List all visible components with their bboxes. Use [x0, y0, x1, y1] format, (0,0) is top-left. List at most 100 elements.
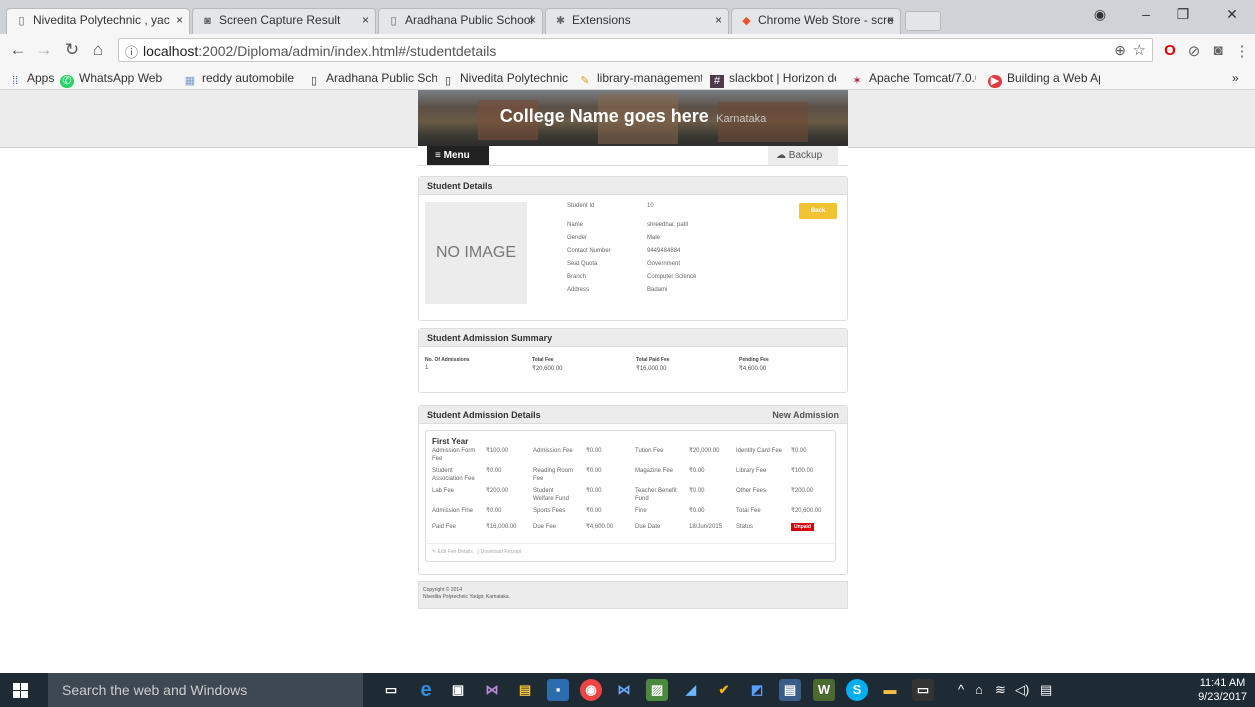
url-text[interactable]: localhost:2002/Diploma/admin/index.html#… [143, 43, 496, 59]
wifi-icon[interactable]: ≋ [995, 682, 1006, 698]
camera-extension-icon[interactable]: ◙ [1208, 42, 1228, 59]
fee-value: ₹0.00 [689, 468, 705, 474]
restore-icon[interactable]: ❐ [1173, 6, 1193, 23]
close-icon[interactable]: × [715, 13, 722, 27]
tab-screen-capture[interactable]: ◙ Screen Capture Result × [192, 8, 376, 34]
terminal-icon[interactable]: ▭ [912, 679, 934, 701]
address-bar[interactable]: ⓘ localhost:2002/Diploma/admin/index.htm… [118, 38, 1153, 62]
tab-extensions[interactable]: ✱ Extensions × [545, 8, 729, 34]
clock-time: 11:41 AM [1199, 677, 1246, 689]
bookmark-nivedita[interactable]: ▯ Nivedita Polytechnic [441, 71, 568, 88]
intellij-icon[interactable]: ◩ [746, 679, 768, 701]
edit-fee-link[interactable]: ✎ Edit Fee Details [432, 549, 473, 555]
webstore-icon: ◆ [742, 15, 751, 27]
bookmark-library[interactable]: ✎ library-management- [578, 71, 702, 88]
close-icon[interactable]: × [529, 13, 536, 27]
chrome-icon[interactable]: ◉ [580, 679, 602, 701]
document-icon: ▯ [18, 15, 25, 27]
bookmark-whatsapp[interactable]: ✆ WhatsApp Web [60, 71, 162, 88]
info-icon[interactable]: ⓘ [125, 42, 138, 61]
url-host: localhost [143, 43, 199, 59]
tab-aradhana[interactable]: ▯ Aradhana Public School × [378, 8, 543, 34]
bookmark-reddy[interactable]: ▦ reddy automobile [183, 71, 294, 88]
close-icon[interactable]: × [887, 13, 894, 27]
fee-value: ₹0.00 [586, 488, 602, 494]
webstorm-icon[interactable]: W [813, 679, 835, 701]
back-arrow-icon[interactable]: ← [8, 40, 28, 60]
copyright-text: Copyright © 2014 [423, 587, 462, 593]
fee-value: ₹0.00 [791, 448, 807, 454]
taskbar-search-box[interactable]: Search the web and Windows [48, 673, 363, 707]
bookmark-slackbot[interactable]: # slackbot | Horizon de [710, 71, 836, 88]
panel-heading: Student Admission Details New Admission [419, 406, 847, 424]
fee-label: Reading Room Fee [533, 468, 574, 482]
block-icon[interactable]: ⊘ [1184, 42, 1204, 60]
reload-icon[interactable]: ↻ [62, 40, 82, 60]
new-admission-link[interactable]: New Admission [772, 410, 839, 420]
fee-value: ₹0.00 [586, 448, 602, 454]
fee-value: ₹20,600.00 [791, 508, 822, 514]
fee-label: Sports Fees [533, 508, 566, 514]
college-state: Karnataka [716, 113, 767, 125]
skype-icon[interactable]: S [846, 679, 868, 701]
field-value: Computer Science [647, 274, 697, 280]
tray-chevron-icon[interactable]: ^ [958, 682, 964, 697]
minimize-icon[interactable]: – [1136, 6, 1156, 22]
edge-icon[interactable]: e [415, 679, 437, 701]
start-button[interactable] [0, 673, 48, 707]
student-details-panel: Student Details NO IMAGE Back Student Id… [418, 176, 848, 321]
camera-icon: ◙ [204, 15, 211, 27]
opera-icon[interactable]: O [1160, 42, 1180, 59]
bookmark-webapp[interactable]: ▶Building a Web App v [988, 71, 1100, 88]
taskbar-clock[interactable]: 11:41 AM 9/23/2017 [1198, 676, 1247, 704]
task-view-icon[interactable]: ▭ [380, 679, 402, 701]
bookmark-apps[interactable]: ⁞⁞ Apps [8, 71, 54, 88]
page-viewport: College Name goes here Karnataka ≡ Menu … [0, 90, 1255, 673]
network-icon[interactable]: ⌂ [975, 682, 983, 697]
fee-value: ₹16,000.00 [486, 524, 517, 530]
backup-button[interactable]: ☁ Backup [768, 146, 838, 165]
fee-value: 18/Jun/2015 [689, 524, 723, 530]
bookmarks-overflow-button[interactable]: » [1232, 71, 1239, 85]
volume-icon[interactable]: ◁) [1015, 682, 1029, 698]
summary-label: Total Fee [532, 357, 554, 363]
folder-icon[interactable]: ▬ [879, 679, 901, 701]
visual-studio-icon[interactable]: ⋈ [481, 679, 503, 701]
fee-label: Teacher Benefit Fund [635, 488, 677, 502]
home-icon[interactable]: ⌂ [88, 40, 108, 60]
file-explorer-icon[interactable]: ▤ [514, 679, 536, 701]
kebab-menu-icon[interactable]: ⋮ [1232, 42, 1252, 60]
bookmark-star-icon[interactable]: ☆ [1133, 41, 1146, 59]
fee-label: Identity Card Fee [736, 448, 783, 454]
fee-label: Admission Fine [432, 508, 474, 514]
bookmark-tomcat[interactable]: ✶ Apache Tomcat/7.0.6 [850, 71, 976, 88]
edit-icon: ✎ [432, 549, 437, 555]
fee-value: ₹0.00 [689, 508, 705, 514]
forward-arrow-icon[interactable]: → [34, 40, 54, 60]
summary-label: Pending Fee [739, 357, 769, 363]
close-icon[interactable]: × [176, 13, 183, 27]
close-icon[interactable]: × [362, 13, 369, 27]
notification-icon[interactable]: ▤ [1040, 682, 1052, 698]
download-receipt-link[interactable]: ⤓ Download Receipt [477, 549, 521, 555]
window-close-icon[interactable]: ✕ [1222, 6, 1242, 23]
profile-icon[interactable]: ◉ [1090, 6, 1110, 23]
notepad-icon[interactable]: ▤ [779, 679, 801, 701]
fee-label: Total Fee [736, 508, 761, 514]
field-label: Name [567, 222, 584, 228]
tab-nivedita[interactable]: ▯ Nivedita Polytechnic , yac × [6, 8, 190, 35]
image-editor-icon[interactable]: ▨ [646, 679, 668, 701]
checkmark-app-icon[interactable]: ✔ [713, 679, 735, 701]
menu-button[interactable]: ≡ Menu [427, 146, 489, 165]
fee-label: Due Fee [533, 524, 557, 530]
zoom-icon[interactable]: ⊕ [1114, 42, 1126, 59]
summary-value: 1 [425, 365, 429, 371]
store-icon[interactable]: ▣ [447, 679, 469, 701]
new-tab-button[interactable] [905, 11, 941, 31]
tab-webstore[interactable]: ◆ Chrome Web Store - scre × [731, 8, 901, 34]
app-icon[interactable]: ▪ [547, 679, 569, 701]
vs-code-icon[interactable]: ⋈ [613, 679, 635, 701]
back-button[interactable]: Back [799, 203, 837, 219]
pen-tool-icon[interactable]: ◢ [680, 679, 702, 701]
bookmark-aradhana[interactable]: ▯ Aradhana Public Scho [307, 71, 437, 88]
